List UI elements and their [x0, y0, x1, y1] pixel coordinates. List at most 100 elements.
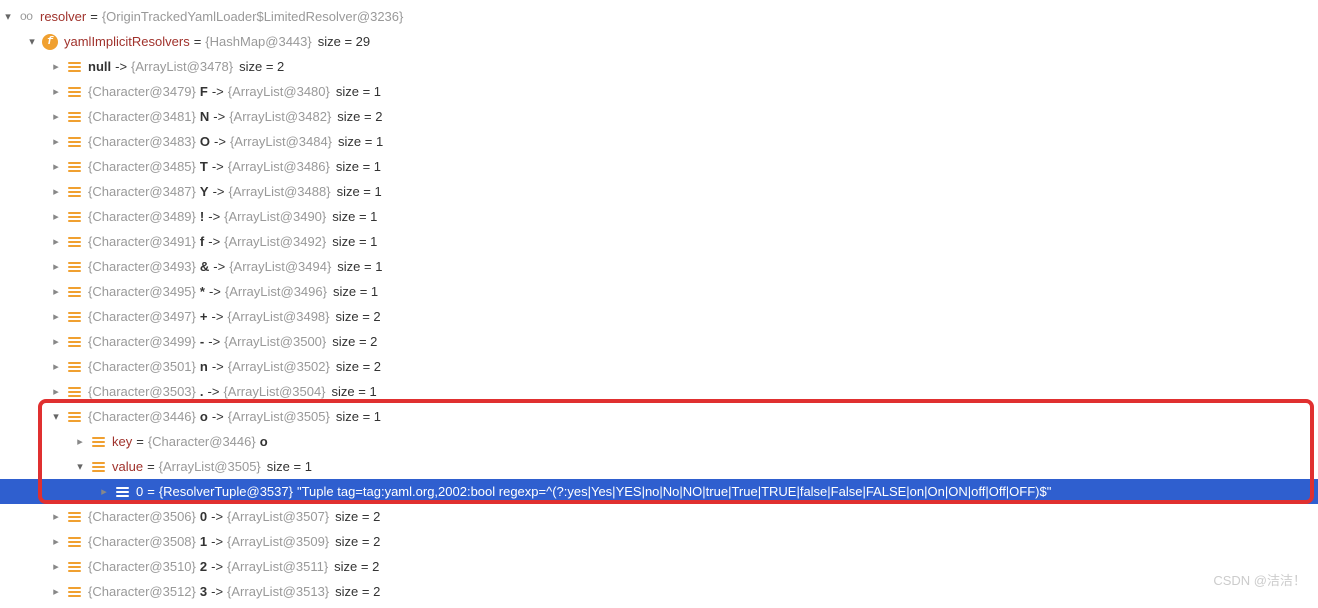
value-object: {ArrayList@3511}: [227, 559, 328, 574]
map-entry[interactable]: {Character@3495}*->{ArrayList@3496}size …: [0, 279, 1318, 304]
expand-icon[interactable]: [96, 484, 112, 500]
map-entry[interactable]: {Character@3499}-->{ArrayList@3500}size …: [0, 329, 1318, 354]
expand-icon[interactable]: [48, 234, 64, 250]
size-label: size = 1: [326, 209, 377, 224]
map-entry[interactable]: {Character@3503}.->{ArrayList@3504}size …: [0, 379, 1318, 404]
map-entry[interactable]: {Character@3501}n->{ArrayList@3502}size …: [0, 354, 1318, 379]
value-row[interactable]: value = {ArrayList@3505} size = 1: [0, 454, 1318, 479]
expand-icon[interactable]: [48, 109, 64, 125]
key-object: {Character@3485}: [88, 159, 196, 174]
size-label: size = 1: [326, 234, 377, 249]
expand-icon[interactable]: [48, 534, 64, 550]
map-entry[interactable]: {Character@3506}0->{ArrayList@3507}size …: [0, 504, 1318, 529]
key-object: {Character@3510}: [88, 559, 196, 574]
expand-icon[interactable]: [48, 259, 64, 275]
expand-icon[interactable]: [24, 34, 40, 50]
size-label: size = 1: [327, 284, 378, 299]
map-entry[interactable]: {Character@3493}&->{ArrayList@3494}size …: [0, 254, 1318, 279]
map-entry[interactable]: {Character@3497}+->{ArrayList@3498}size …: [0, 304, 1318, 329]
expand-icon[interactable]: [72, 459, 88, 475]
map-entry[interactable]: {Character@3512}3->{ArrayList@3513}size …: [0, 579, 1318, 604]
key-object: {Character@3479}: [88, 84, 196, 99]
expand-icon[interactable]: [48, 509, 64, 525]
arrow-label: ->: [207, 509, 227, 524]
expand-icon[interactable]: [48, 59, 64, 75]
arrow-label: ->: [207, 584, 227, 599]
expand-icon[interactable]: [48, 559, 64, 575]
map-entry-expanded[interactable]: {Character@3446} o -> {ArrayList@3505} s…: [0, 404, 1318, 429]
list-icon: [66, 409, 82, 425]
key-object: {Character@3495}: [88, 284, 196, 299]
size-label: size = 2: [330, 309, 381, 324]
field-value: {HashMap@3443}: [205, 34, 311, 49]
size-label: size = 1: [331, 259, 382, 274]
expand-icon[interactable]: [0, 9, 16, 25]
arrow-label: ->: [208, 359, 228, 374]
arrow-label: ->: [204, 334, 224, 349]
expand-icon[interactable]: [48, 84, 64, 100]
map-entry[interactable]: null->{ArrayList@3478}size = 2: [0, 54, 1318, 79]
arrow-label: ->: [208, 409, 228, 424]
size-label: size = 1: [330, 409, 381, 424]
map-entry[interactable]: {Character@3481}N->{ArrayList@3482}size …: [0, 104, 1318, 129]
key-char: +: [200, 309, 208, 324]
arrow-label: ->: [204, 384, 224, 399]
field-name: yamlImplicitResolvers: [64, 34, 190, 49]
expand-icon[interactable]: [48, 384, 64, 400]
map-entry[interactable]: {Character@3489}!->{ArrayList@3490}size …: [0, 204, 1318, 229]
value-object: {ArrayList@3480}: [228, 84, 330, 99]
list-icon: [66, 184, 82, 200]
equals-label: =: [132, 434, 148, 449]
size-label: size = 2: [329, 534, 380, 549]
key-object: {Character@3512}: [88, 584, 196, 599]
expand-icon[interactable]: [72, 434, 88, 450]
list-icon: [66, 309, 82, 325]
value-object: {ArrayList@3488}: [228, 184, 330, 199]
map-entry[interactable]: {Character@3487}Y->{ArrayList@3488}size …: [0, 179, 1318, 204]
item-string: "Tuple tag=tag:yaml.org,2002:bool regexp…: [293, 484, 1051, 499]
value-object: {ArrayList@3496}: [225, 284, 327, 299]
map-entry[interactable]: {Character@3510}2->{ArrayList@3511}size …: [0, 554, 1318, 579]
list-icon: [90, 459, 106, 475]
expand-icon[interactable]: [48, 209, 64, 225]
key-row[interactable]: key = {Character@3446} o: [0, 429, 1318, 454]
arrow-label: ->: [207, 559, 227, 574]
expand-icon[interactable]: [48, 159, 64, 175]
expand-icon[interactable]: [48, 584, 64, 600]
watermark: CSDN @洁洁！: [1213, 570, 1306, 589]
expand-icon[interactable]: [48, 359, 64, 375]
key-object: {Character@3503}: [88, 384, 196, 399]
expand-icon[interactable]: [48, 334, 64, 350]
expand-icon[interactable]: [48, 184, 64, 200]
value-object: {ArrayList@3478}: [131, 59, 233, 74]
key-object: {Character@3501}: [88, 359, 196, 374]
expand-icon[interactable]: [48, 309, 64, 325]
key-object: {Character@3499}: [88, 334, 196, 349]
map-entry[interactable]: {Character@3479}F->{ArrayList@3480}size …: [0, 79, 1318, 104]
map-entry[interactable]: {Character@3483}O->{ArrayList@3484}size …: [0, 129, 1318, 154]
list-icon: [66, 109, 82, 125]
expand-icon[interactable]: [48, 284, 64, 300]
map-entry[interactable]: {Character@3491}f->{ArrayList@3492}size …: [0, 229, 1318, 254]
expand-icon[interactable]: [48, 409, 64, 425]
value-object: {ArrayList@3490}: [224, 209, 326, 224]
map-entry[interactable]: {Character@3508}1->{ArrayList@3509}size …: [0, 529, 1318, 554]
size-label: size = 1: [261, 459, 312, 474]
expand-icon[interactable]: [48, 134, 64, 150]
value-object: {ArrayList@3502}: [228, 359, 330, 374]
field-row[interactable]: f yamlImplicitResolvers = {HashMap@3443}…: [0, 29, 1318, 54]
size-label: size = 2: [329, 509, 380, 524]
size-label: size = 2: [326, 334, 377, 349]
arrow-label: ->: [207, 309, 227, 324]
value-object: {ArrayList@3505}: [228, 409, 330, 424]
root-row[interactable]: oo resolver = {OriginTrackedYamlLoader$L…: [0, 4, 1318, 29]
arrow-label: ->: [209, 259, 229, 274]
size-label: size = 2: [331, 109, 382, 124]
list-icon: [66, 84, 82, 100]
map-entry[interactable]: {Character@3485}T->{ArrayList@3486}size …: [0, 154, 1318, 179]
list-icon: [66, 59, 82, 75]
key-char: N: [200, 109, 209, 124]
size-label: size = 1: [332, 134, 383, 149]
item-index: 0: [136, 484, 143, 499]
selected-item-row[interactable]: 0 = {ResolverTuple@3537} "Tuple tag=tag:…: [0, 479, 1318, 504]
